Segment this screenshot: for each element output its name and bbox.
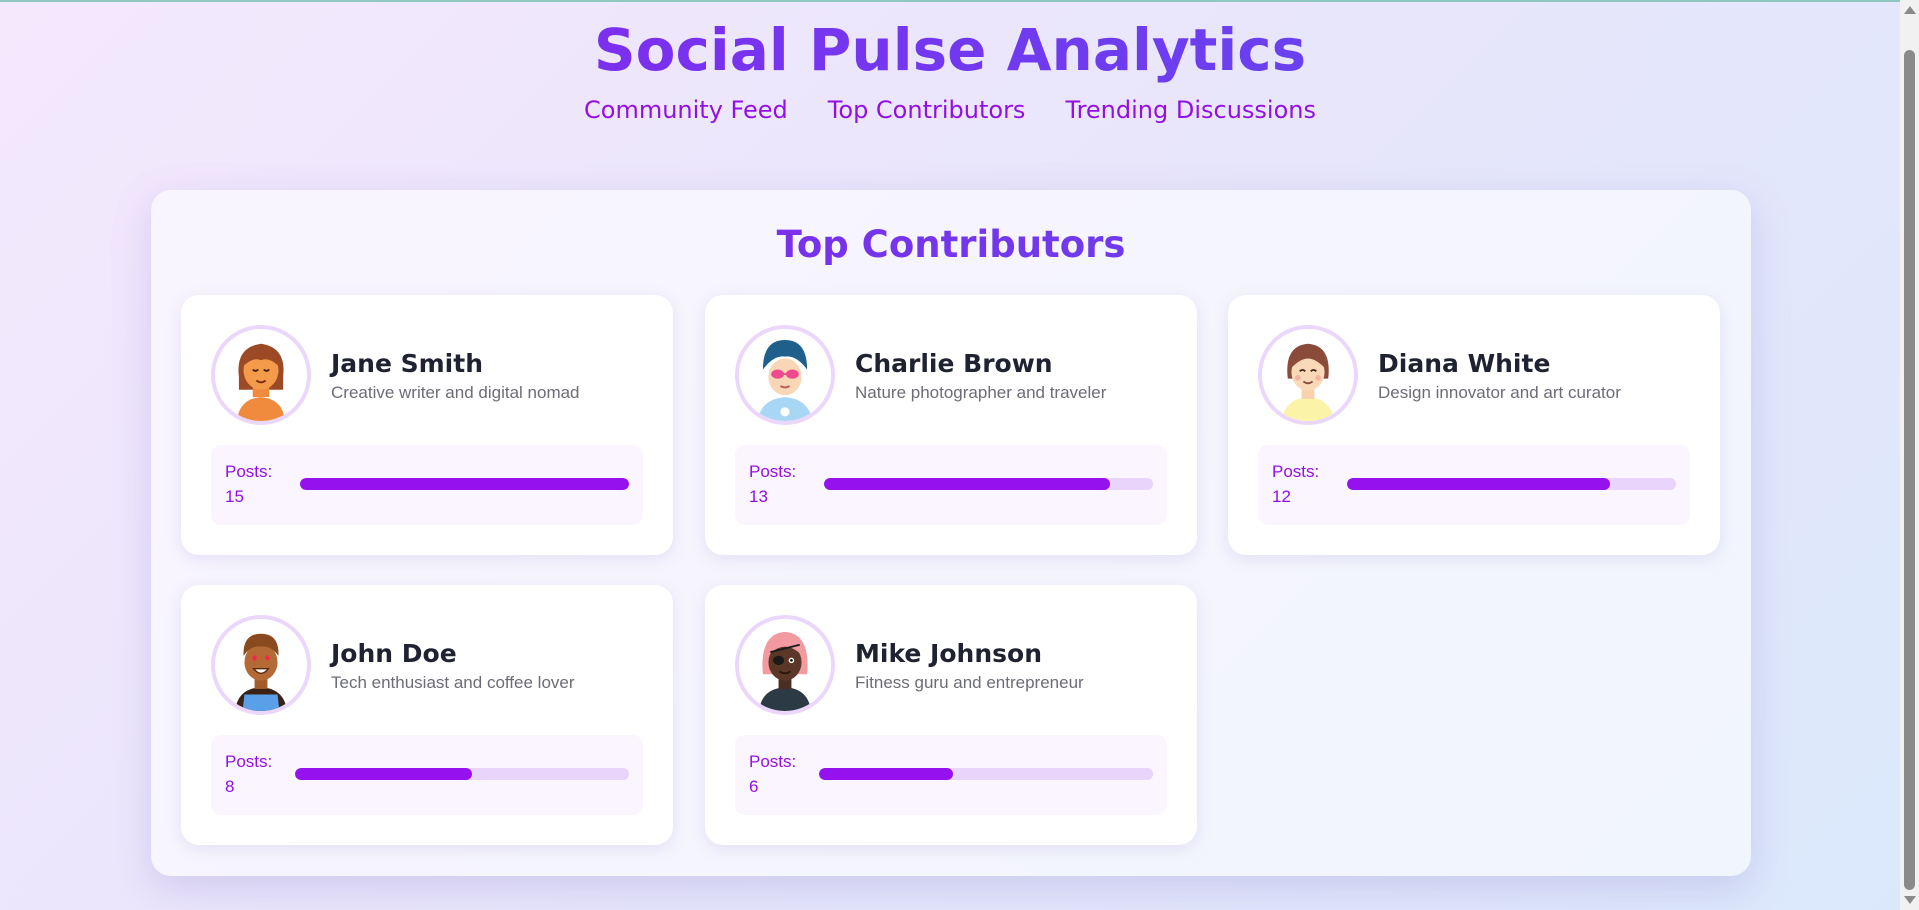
window-top-border [0,0,1900,2]
posts-progress-bar [1347,478,1676,490]
avatar-jane-icon [211,325,311,425]
contributor-bio: Creative writer and digital nomad [331,383,580,402]
scroll-down-arrow-icon[interactable] [1904,896,1916,904]
section-title: Top Contributors [151,220,1751,270]
nav-trending-discussions[interactable]: Trending Discussions [1065,96,1316,124]
top-contributors-panel: Top Contributors Jane Smith Creative wri… [151,190,1751,876]
app-title: Social Pulse Analytics [0,12,1900,88]
posts-count: 12 [1272,487,1291,506]
posts-progress-fill [300,478,629,490]
posts-label: Posts: [1272,462,1320,481]
posts-progress-fill [819,768,953,780]
posts-progress-fill [1347,478,1611,490]
posts-count: 6 [749,777,759,796]
posts-progress-bar [300,478,629,490]
posts-progress-bar [824,478,1153,490]
posts-progress-fill [295,768,473,780]
nav-community-feed[interactable]: Community Feed [584,96,788,124]
posts-progress-bar [819,768,1153,780]
posts-count: 8 [225,777,235,796]
posts-label: Posts: [749,462,797,481]
contributor-name: Mike Johnson [855,639,1042,668]
posts-count: 15 [225,487,244,506]
contributor-card[interactable]: Diana White Design innovator and art cur… [1228,295,1720,555]
posts-stat: Posts: 6 [735,735,1167,815]
posts-progress-fill [824,478,1111,490]
scroll-up-arrow-icon[interactable] [1904,6,1916,14]
posts-stat: Posts: 13 [735,445,1167,525]
contributor-bio: Tech enthusiast and coffee lover [331,673,575,692]
contributor-card[interactable]: Jane Smith Creative writer and digital n… [181,295,673,555]
contributor-bio: Design innovator and art curator [1378,383,1621,402]
nav-top-contributors[interactable]: Top Contributors [828,96,1026,124]
posts-progress-bar [295,768,629,780]
avatar-mike-icon [735,615,835,715]
posts-count: 13 [749,487,768,506]
contributor-name: Jane Smith [331,349,484,378]
posts-stat: Posts: 12 [1258,445,1690,525]
page-scrollbar[interactable] [1900,0,1919,910]
avatar-john-icon [211,615,311,715]
scrollbar-thumb[interactable] [1904,50,1915,890]
contributor-card[interactable]: Charlie Brown Nature photographer and tr… [705,295,1197,555]
contributor-name: John Doe [331,639,457,668]
posts-label: Posts: [749,752,797,771]
main-nav: Community Feed Top Contributors Trending… [0,96,1900,124]
posts-label: Posts: [225,752,273,771]
avatar-charlie-icon [735,325,835,425]
posts-stat: Posts: 15 [211,445,643,525]
contributor-card[interactable]: John Doe Tech enthusiast and coffee love… [181,585,673,845]
posts-label: Posts: [225,462,273,481]
posts-stat: Posts: 8 [211,735,643,815]
avatar-diana-icon [1258,325,1358,425]
contributor-name: Charlie Brown [855,349,1053,378]
contributor-bio: Nature photographer and traveler [855,383,1107,402]
contributor-card[interactable]: Mike Johnson Fitness guru and entreprene… [705,585,1197,845]
contributor-name: Diana White [1378,349,1551,378]
contributor-bio: Fitness guru and entrepreneur [855,673,1084,692]
